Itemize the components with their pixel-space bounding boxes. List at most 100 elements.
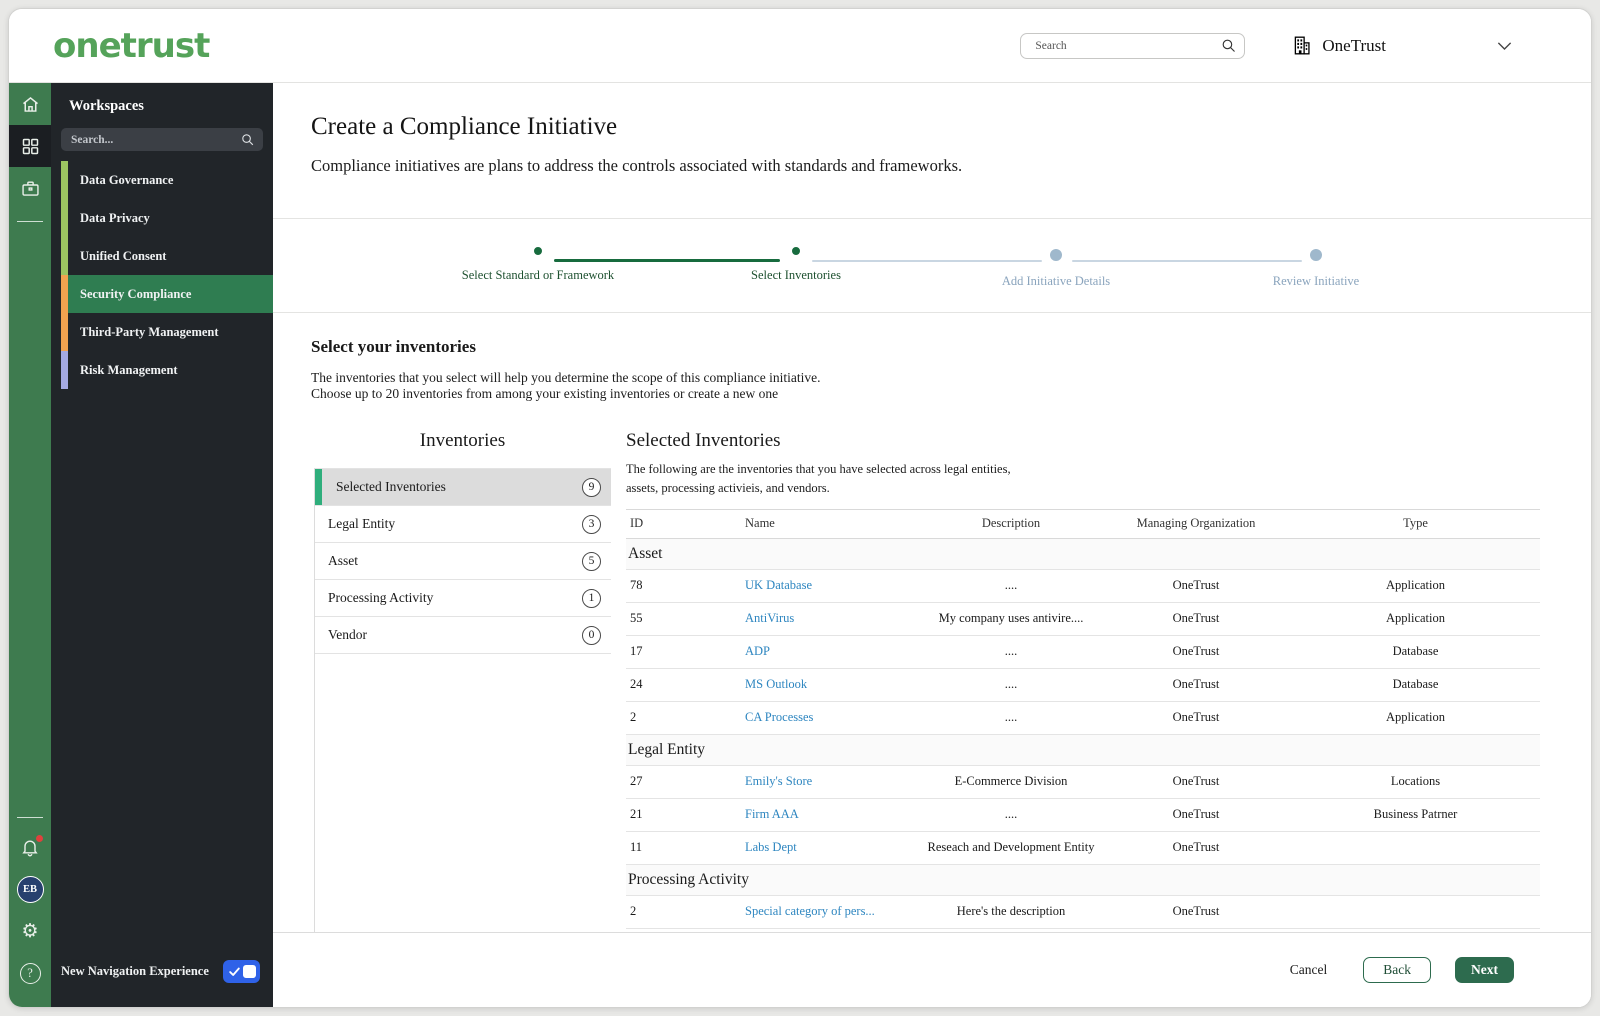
inventory-name-link[interactable]: ADP xyxy=(745,644,770,658)
rail-divider-top xyxy=(17,221,43,222)
cell-id: 21 xyxy=(630,807,643,822)
global-search-input[interactable] xyxy=(1020,32,1246,59)
next-button[interactable]: Next xyxy=(1455,957,1514,983)
inventory-name-link[interactable]: UK Database xyxy=(745,578,812,592)
cell-description: .... xyxy=(1004,644,1018,659)
grid-icon xyxy=(20,136,41,157)
gear-icon: ⚙ xyxy=(21,919,39,942)
column-header-name: Name xyxy=(745,516,775,531)
wizard-step[interactable]: Select Standard or Framework xyxy=(428,247,648,283)
inventory-name-link[interactable]: AntiVirus xyxy=(745,611,794,625)
inventory-name-link[interactable]: CA Processes xyxy=(745,710,813,724)
briefcase-icon xyxy=(20,178,41,199)
inventories-title: Inventories xyxy=(419,430,506,451)
inventories-panel: Inventories Selected Inventories 9 Legal… xyxy=(314,430,611,932)
cell-description: My company uses antivire.... xyxy=(938,611,1084,626)
page: onetrust Search OneTrust EB ⚙ ? Workspac… xyxy=(0,0,1600,1016)
group-header-row: Legal Entity xyxy=(626,734,1540,766)
projects-button[interactable] xyxy=(9,167,51,209)
inventory-name-link[interactable]: Firm AAA xyxy=(745,807,799,821)
org-selector[interactable]: OneTrust xyxy=(1291,35,1386,56)
workspace-item[interactable]: Data Governance xyxy=(61,161,273,199)
inventory-name-link[interactable]: Special category of pers... xyxy=(745,904,875,918)
wizard-step[interactable]: Review Initiative xyxy=(1206,247,1426,289)
inventory-name-link[interactable]: Emily's Store xyxy=(745,774,812,788)
table-row: 17 ADP .... OneTrust Database xyxy=(626,636,1540,669)
back-button[interactable]: Back xyxy=(1363,957,1431,983)
workspace-item-label: Third-Party Management xyxy=(80,324,219,339)
table-row: 11 Labs Dept Reseach and Development Ent… xyxy=(626,832,1540,865)
notifications-button[interactable] xyxy=(9,826,51,868)
selected-description-line1: The following are the inventories that y… xyxy=(626,462,1011,476)
workspaces-button[interactable] xyxy=(9,125,51,167)
content-header: Create a Compliance Initiative Complianc… xyxy=(273,83,1591,219)
workspace-item[interactable]: Security Compliance xyxy=(61,275,273,313)
table-row: 2 CA Processes .... OneTrust Application xyxy=(626,702,1540,735)
cell-description: .... xyxy=(1004,807,1018,822)
cell-managing-organization: OneTrust xyxy=(1172,677,1220,692)
step-dot-icon xyxy=(1050,249,1062,261)
help-button[interactable]: ? xyxy=(9,952,51,994)
column-header-type: Type xyxy=(1403,516,1428,531)
check-icon xyxy=(228,965,241,978)
workspace-item[interactable]: Risk Management xyxy=(61,351,273,389)
group-header-row: Processing Activity xyxy=(626,864,1540,896)
workspace-item[interactable]: Data Privacy xyxy=(61,199,273,237)
inventory-filter-item[interactable]: Legal Entity 3 xyxy=(315,506,611,543)
home-button[interactable] xyxy=(9,83,51,125)
wizard-step[interactable]: Add Initiative Details xyxy=(946,247,1166,289)
cell-description: .... xyxy=(1004,578,1018,593)
header-right: OneTrust xyxy=(1020,32,1591,59)
cell-id: 11 xyxy=(630,840,643,855)
inventory-name-link[interactable]: MS Outlook xyxy=(745,677,807,691)
cell-managing-organization: OneTrust xyxy=(1172,807,1220,822)
cell-type: Database xyxy=(1392,644,1439,659)
selected-description-line2: assets, processing activieis, and vendor… xyxy=(626,481,830,496)
cell-managing-organization: OneTrust xyxy=(1172,611,1220,626)
cell-type: Application xyxy=(1385,578,1445,593)
cell-type: Locations xyxy=(1390,774,1441,789)
nav-rail: EB ⚙ ? xyxy=(9,83,51,1007)
top-header: onetrust Search OneTrust xyxy=(9,9,1591,83)
workspace-item[interactable]: Third-Party Management xyxy=(61,313,273,351)
workspaces-search-input[interactable] xyxy=(61,128,263,151)
cell-id: 24 xyxy=(630,677,643,692)
step-dot-icon xyxy=(792,247,800,255)
chevron-down-icon[interactable] xyxy=(1494,35,1515,56)
cell-id: 17 xyxy=(630,644,643,659)
workspace-item-label: Data Privacy xyxy=(80,210,150,225)
table-header-row: ID Name Description Managing Organizatio… xyxy=(626,508,1540,539)
workspaces-panel: Workspaces Data Governance Da xyxy=(51,83,273,1007)
table-row: 78 UK Database .... OneTrust Application xyxy=(626,570,1540,603)
section-title: Select your inventories xyxy=(311,337,476,356)
inventory-filter-item[interactable]: Vendor 0 xyxy=(315,617,611,654)
inventory-filter-item[interactable]: Asset 5 xyxy=(315,543,611,580)
new-navigation-toggle[interactable] xyxy=(223,960,260,983)
cancel-button[interactable]: Cancel xyxy=(1290,962,1327,978)
workspace-item-label: Data Governance xyxy=(80,172,174,187)
inventory-filter-label: Legal Entity xyxy=(328,516,396,531)
settings-button[interactable]: ⚙ xyxy=(9,910,51,952)
inventory-filter-item[interactable]: Selected Inventories 9 xyxy=(315,469,611,506)
inventory-count-badge: 1 xyxy=(582,588,601,608)
inventories-table: ID Name Description Managing Organizatio… xyxy=(626,508,1540,929)
page-title: Create a Compliance Initiative xyxy=(311,113,618,140)
search-icon xyxy=(240,132,255,147)
cell-description: .... xyxy=(1004,677,1018,692)
inventory-filter-label: Processing Activity xyxy=(328,590,434,605)
step-label: Select Inventories xyxy=(751,268,841,282)
inventory-name-link[interactable]: Labs Dept xyxy=(745,840,797,854)
selected-inventories-title: Selected Inventories xyxy=(626,430,781,451)
selected-inventories-description: The following are the inventories that y… xyxy=(626,460,1591,499)
inventory-count-badge: 9 xyxy=(582,477,601,497)
toggle-knob xyxy=(243,965,256,978)
cell-description: Reseach and Development Entity xyxy=(927,840,1095,855)
workspace-item[interactable]: Unified Consent xyxy=(61,237,273,275)
cell-id: 2 xyxy=(630,904,637,919)
cell-id: 55 xyxy=(630,611,643,626)
cell-description: .... xyxy=(1004,710,1018,725)
wizard-step[interactable]: Select Inventories xyxy=(686,247,906,283)
inventory-filter-item[interactable]: Processing Activity 1 xyxy=(315,580,611,617)
profile-button[interactable]: EB xyxy=(9,868,51,910)
inventory-filter-label: Selected Inventories xyxy=(336,479,446,494)
